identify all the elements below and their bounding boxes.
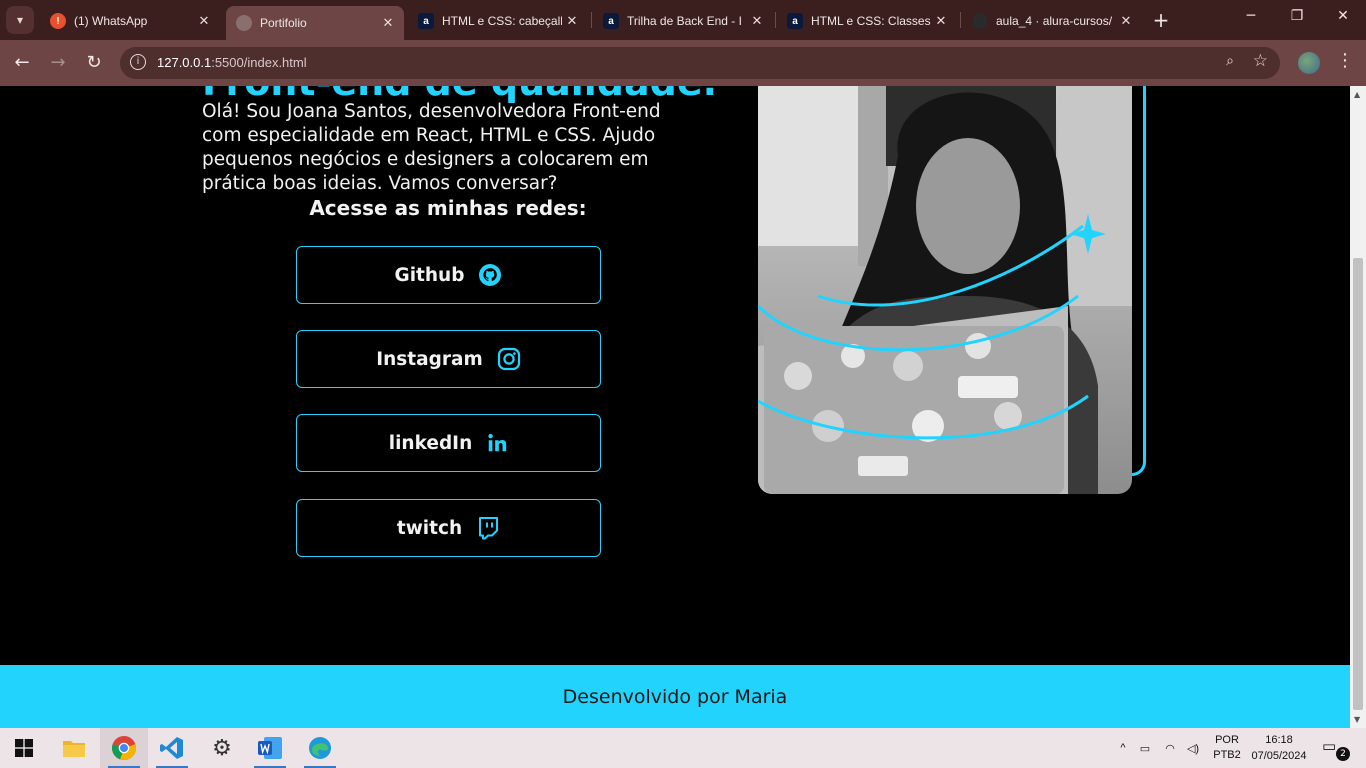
link-label: Instagram <box>376 348 483 370</box>
tab-trilha-back-end[interactable]: a Trilha de Back End - I ✕ <box>593 6 773 36</box>
globe-icon <box>236 15 252 31</box>
tab-search-button[interactable]: ▾ <box>6 6 34 34</box>
scroll-up-arrow-icon[interactable]: ▲ <box>1354 90 1360 99</box>
address-bar[interactable]: i 127.0.0.1:5500/index.html ⌕ ☆ <box>120 47 1280 79</box>
social-heading: Acesse as minhas redes: <box>309 196 587 220</box>
tab-separator <box>591 12 592 28</box>
twitch-icon <box>479 517 499 540</box>
gear-icon: ⚙ <box>212 735 232 761</box>
url-host: 127.0.0.1 <box>157 55 212 70</box>
link-label: Github <box>394 264 465 286</box>
url-path: :5500/index.html <box>211 55 307 70</box>
linkedin-link-button[interactable]: linkedIn <box>296 414 601 472</box>
tab-title: (1) WhatsApp <box>74 14 148 28</box>
alura-icon: a <box>603 13 619 29</box>
alura-icon: a <box>787 13 803 29</box>
footer-text: Desenvolvido por Maria <box>562 685 788 708</box>
page-viewport: Front-end de qualidade. Olá! Sou Joana S… <box>0 86 1350 728</box>
close-icon[interactable]: ✕ <box>562 13 582 29</box>
chrome-taskbar-button[interactable] <box>100 728 148 768</box>
restore-button[interactable]: ❐ <box>1282 8 1312 24</box>
window-close-button[interactable]: ✕ <box>1328 8 1358 24</box>
edge-taskbar-button[interactable] <box>296 728 344 768</box>
folder-icon <box>63 741 85 757</box>
word-icon <box>258 737 282 759</box>
edge-icon <box>309 737 331 759</box>
vscode-icon <box>160 737 183 759</box>
site-info-icon[interactable]: i <box>130 54 146 70</box>
scroll-down-arrow-icon[interactable]: ▼ <box>1354 715 1360 724</box>
zoom-icon[interactable]: ⌕ <box>1226 53 1234 69</box>
start-button[interactable] <box>0 728 48 768</box>
github-link-button[interactable]: Github <box>296 246 601 304</box>
clock-date: 07/05/2024 <box>1251 750 1307 762</box>
intro-text: Olá! Sou Joana Santos, desenvolvedora Fr… <box>202 101 661 194</box>
alura-icon: a <box>418 13 434 29</box>
new-tab-button[interactable]: + <box>1150 8 1172 32</box>
linkedin-icon <box>488 433 507 452</box>
link-label: linkedIn <box>388 432 473 454</box>
browser-tab-bar: ▾ ! (1) WhatsApp ✕ Portifolio ✕ a HTML e… <box>0 0 1366 40</box>
vscode-taskbar-button[interactable] <box>148 728 196 768</box>
tab-title: HTML e CSS: cabeçalho <box>442 14 562 28</box>
close-icon[interactable]: ✕ <box>747 13 767 29</box>
tab-title: Trilha de Back End - I <box>627 14 742 28</box>
windows-logo-icon <box>15 739 33 757</box>
close-icon[interactable]: ✕ <box>931 13 951 29</box>
notification-center-button[interactable]: ▭ 2 <box>1322 737 1350 761</box>
page-scrollbar[interactable]: ▲ ▼ <box>1350 86 1366 728</box>
github-icon <box>972 13 988 29</box>
twitch-link-button[interactable]: twitch <box>296 499 601 557</box>
tab-portifolio[interactable]: Portifolio ✕ <box>226 6 404 40</box>
tab-title: Portifolio <box>260 16 307 30</box>
file-explorer-taskbar-button[interactable] <box>50 728 98 768</box>
taskbar-clock[interactable]: 16:18 07/05/2024 <box>1246 732 1312 764</box>
back-button[interactable]: ← <box>9 50 35 76</box>
browser-toolbar: ← → ↻ i 127.0.0.1:5500/index.html ⌕ ☆ ⋮ <box>0 40 1366 86</box>
profile-photo <box>758 86 1132 494</box>
tab-separator <box>775 12 776 28</box>
tab-html-css-classes[interactable]: a HTML e CSS: Classes, ✕ <box>777 6 957 36</box>
scrollbar-thumb[interactable] <box>1353 258 1363 710</box>
language-text: POR <box>1215 734 1239 746</box>
chevron-up-icon[interactable]: ^ <box>1114 742 1132 754</box>
whatsapp-icon: ! <box>50 13 66 29</box>
tab-separator <box>960 12 961 28</box>
close-icon[interactable]: ✕ <box>194 13 214 29</box>
settings-taskbar-button[interactable]: ⚙ <box>198 728 246 768</box>
language-indicator[interactable]: POR PTB2 <box>1212 733 1242 763</box>
instagram-link-button[interactable]: Instagram <box>296 330 601 388</box>
tab-title: HTML e CSS: Classes, <box>811 14 931 28</box>
battery-icon[interactable]: ▭ <box>1132 742 1158 755</box>
system-tray: ^ ▭ ◠ ◁) <box>1114 728 1204 768</box>
url-text: 127.0.0.1:5500/index.html <box>157 55 307 70</box>
tab-whatsapp[interactable]: ! (1) WhatsApp ✕ <box>40 6 220 36</box>
minimize-button[interactable]: ─ <box>1236 8 1266 24</box>
bookmark-star-icon[interactable]: ☆ <box>1253 51 1268 71</box>
instagram-icon <box>497 347 520 371</box>
windows-taskbar: ⚙ ^ ▭ ◠ ◁) POR PTB2 16:18 07/05/2024 ▭ 2 <box>0 728 1366 768</box>
word-taskbar-button[interactable] <box>246 728 294 768</box>
close-icon[interactable]: ✕ <box>1116 13 1136 29</box>
profile-avatar[interactable] <box>1298 52 1320 74</box>
wifi-icon[interactable]: ◠ <box>1158 742 1182 755</box>
forward-button[interactable]: → <box>45 50 71 76</box>
notification-icon: ▭ <box>1322 737 1337 755</box>
tab-title: aula_4 · alura-cursos/ <box>996 14 1113 28</box>
notification-count-badge: 2 <box>1336 747 1350 761</box>
keyboard-layout-text: PTB2 <box>1213 749 1241 761</box>
reload-button[interactable]: ↻ <box>81 50 107 76</box>
clock-time: 16:18 <box>1265 734 1293 746</box>
chrome-icon <box>111 736 137 760</box>
speaker-icon[interactable]: ◁) <box>1182 742 1204 755</box>
tab-html-css-cabecalho[interactable]: a HTML e CSS: cabeçalho ✕ <box>408 6 588 36</box>
link-label: twitch <box>396 517 463 539</box>
browser-menu-icon[interactable]: ⋮ <box>1336 50 1354 71</box>
close-icon[interactable]: ✕ <box>378 15 398 31</box>
github-icon <box>479 264 502 286</box>
tab-github-aula4[interactable]: aula_4 · alura-cursos/ ✕ <box>962 6 1142 36</box>
page-footer: Desenvolvido por Maria <box>0 665 1350 728</box>
